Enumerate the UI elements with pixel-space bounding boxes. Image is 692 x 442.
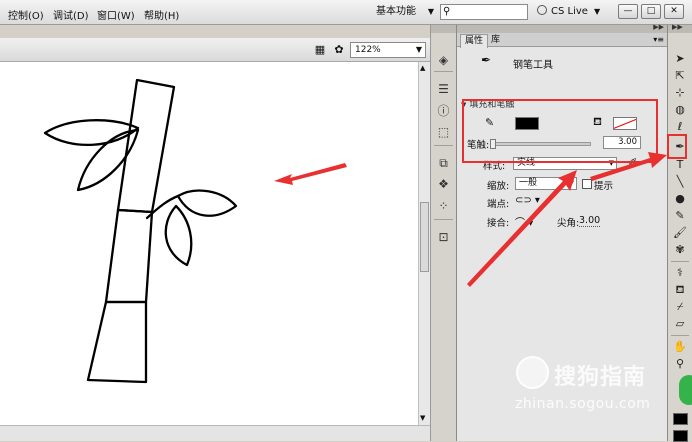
watermark-brand: 搜狗指南 — [554, 365, 647, 390]
watermark-url: zhinan.sogou.com — [515, 396, 651, 412]
arrow-to-pen-tool — [590, 152, 667, 181]
arrow-to-properties — [467, 170, 577, 287]
green-badge-icon — [679, 375, 692, 405]
arrow-to-canvas — [274, 163, 347, 185]
